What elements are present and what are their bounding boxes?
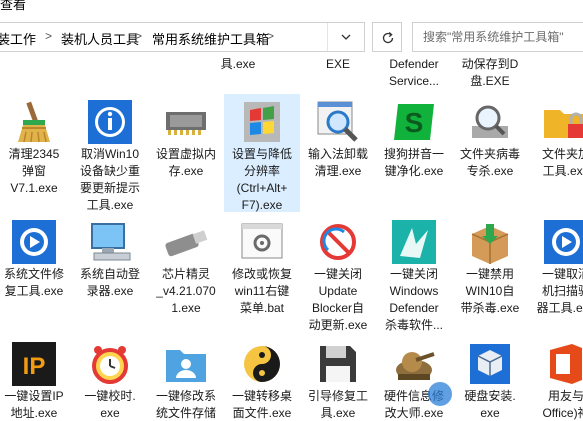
file-label: 系统文件修 复工具.exe (3, 267, 64, 298)
file-item[interactable]: 一键校时. exe (72, 336, 148, 421)
address-history-dropdown[interactable] (327, 23, 363, 51)
file-item[interactable]: 取消Win10 设备缺少重 要更新提示 工具.exe (72, 94, 148, 212)
file-item[interactable]: 引导修复工 具.exe (300, 336, 376, 421)
file-item[interactable]: Defender Service... (376, 56, 452, 96)
search-input[interactable] (413, 23, 583, 51)
breadcrumb-install-work[interactable]: 装工作 (0, 29, 36, 48)
file-label: 具.exe (220, 57, 256, 71)
file-item[interactable]: 用友与 Office)神 (528, 336, 583, 421)
address-row: 装工作 > 装机人员工具 > 常用系统维护工具箱 > (0, 18, 583, 56)
file-label: 动保存到D 盘.EXE (461, 57, 519, 88)
blue-logo-icon (544, 220, 583, 264)
file-item[interactable]: 硬件信息修 改大师.exe (376, 336, 452, 421)
floppy-icon (320, 346, 356, 382)
file-item[interactable]: 一键关闭 Update Blocker自 动更新.exe (300, 214, 376, 332)
breadcrumb-separator-icon[interactable]: > (267, 29, 274, 43)
file-label: 取消Win10 设备缺少重 要更新提示 工具.exe (79, 147, 140, 212)
tank-icon (396, 352, 435, 380)
file-label: 一键取消 机扫描驱 器工具.exe (536, 267, 583, 315)
file-label: 一键禁用 WIN10自 带杀毒.exe (460, 267, 520, 315)
file-label: 输入法卸载 清理.exe (307, 147, 368, 178)
watermark-badge (428, 382, 452, 406)
file-label: 文件夹病毒 专杀.exe (459, 147, 520, 178)
info-icon (88, 100, 132, 144)
file-label: 设置虚拟内 存.exe (155, 147, 216, 178)
file-label: 一键转移桌 面文件.exe (231, 389, 292, 420)
file-item[interactable]: 一键修改系 统文件存储 (148, 336, 224, 421)
file-item[interactable]: 动保存到D 盘.EXE (452, 56, 528, 96)
magnifier-drive-icon (472, 105, 508, 138)
chevron-down-icon (341, 34, 351, 40)
breadcrumb-maintenance-toolbox[interactable]: 常用系统维护工具箱 (152, 29, 269, 48)
file-item[interactable]: 芯片精灵 _v4.21.070 1.exe (148, 214, 224, 330)
memory-chip-icon (166, 112, 206, 135)
defender-icon (392, 220, 436, 264)
file-label: Defender Service... (388, 57, 439, 88)
office-icon (550, 344, 582, 384)
refresh-button[interactable] (372, 22, 402, 52)
svg-text:IP: IP (23, 353, 46, 380)
file-label: 芯片精灵 _v4.21.070 1.exe (156, 267, 216, 315)
yin-yang-icon (244, 346, 280, 382)
file-item[interactable]: IP 一键设置IP 地址.exe (0, 336, 72, 421)
file-label: 系统自动登 录器.exe (79, 267, 140, 298)
file-item[interactable]: 一键禁用 WIN10自 带杀毒.exe (452, 214, 528, 330)
windows-logo-icon (244, 102, 280, 142)
file-item[interactable]: 文件夹加 工具.exe (528, 94, 583, 212)
file-item[interactable]: 系统文件修 复工具.exe (0, 214, 72, 330)
computer-icon (91, 223, 131, 261)
file-item-selected[interactable]: 设置与降低 分辨率 (Ctrl+Alt+ F7).exe (224, 94, 300, 212)
file-item[interactable]: 修改或恢复 win11右键 菜单.bat (224, 214, 300, 330)
update-blocker-icon (320, 224, 356, 260)
file-label: 一键校时. exe (84, 389, 136, 420)
file-label: 设置与降低 分辨率 (Ctrl+Alt+ F7).exe (231, 147, 292, 212)
file-label: 清理2345 弹窗 V7.1.exe (8, 147, 60, 195)
file-item[interactable]: 文件夹病毒 专杀.exe (452, 94, 528, 212)
file-item[interactable]: 清理2345 弹窗 V7.1.exe (0, 94, 72, 212)
usb-drive-icon (165, 230, 208, 257)
svg-text:S: S (405, 107, 424, 138)
file-label: EXE (325, 57, 350, 71)
breadcrumb-separator-icon[interactable]: > (45, 29, 52, 43)
user-folder-icon (166, 350, 206, 382)
file-label: 修改或恢复 win11右键 菜单.bat (231, 267, 292, 315)
file-item[interactable]: 一键关闭 Windows Defender 杀毒软件... (376, 214, 452, 332)
file-grid: 具.exe EXE Defender Service... 动保存到D 盘.EX… (0, 56, 583, 421)
menu-view[interactable]: 查看 (0, 0, 26, 13)
file-label: 一键关闭 Windows Defender 杀毒软件... (384, 267, 443, 332)
file-item[interactable]: 一键转移桌 面文件.exe (224, 336, 300, 421)
green-s-icon: S (394, 104, 434, 140)
file-label: 硬盘安装. exe (464, 389, 516, 420)
file-label: 引导修复工 具.exe (307, 389, 368, 420)
cube-icon (470, 344, 510, 384)
title-bar: 查看 (0, 0, 583, 18)
search-box[interactable] (412, 22, 583, 52)
file-label: 一键修改系 统文件存储 (155, 389, 216, 420)
refresh-icon (382, 32, 394, 44)
file-item[interactable]: 系统自动登 录器.exe (72, 214, 148, 330)
package-icon (471, 224, 509, 264)
gear-window-icon (241, 223, 283, 259)
file-label: 一键设置IP 地址.exe (4, 389, 64, 420)
broom-icon (18, 101, 50, 143)
file-item[interactable]: 一键取消 机扫描驱 器工具.exe (528, 214, 583, 330)
alarm-clock-icon (92, 346, 128, 384)
address-bar[interactable]: 装工作 > 装机人员工具 > 常用系统维护工具箱 > (0, 22, 365, 52)
file-label: 用友与 Office)神 (542, 389, 583, 420)
blue-logo-icon (12, 220, 56, 264)
ip-icon: IP (12, 342, 56, 386)
magnifier-window-icon (317, 101, 358, 142)
file-item[interactable]: EXE (300, 56, 376, 96)
file-label: 搜狗拼音一 键净化.exe (383, 147, 444, 178)
folder-lock-icon (544, 110, 583, 138)
file-item[interactable]: S 搜狗拼音一 键净化.exe (376, 94, 452, 212)
file-item[interactable]: 具.exe (200, 56, 276, 96)
file-item[interactable]: 硬盘安装. exe (452, 336, 528, 421)
file-item[interactable]: 输入法卸载 清理.exe (300, 94, 376, 212)
file-label: 文件夹加 工具.exe (541, 147, 583, 178)
breadcrumb-installer-tools[interactable]: 装机人员工具 (61, 29, 139, 48)
breadcrumb-separator-icon[interactable]: > (135, 29, 142, 43)
file-label: 一键关闭 Update Blocker自 动更新.exe (308, 267, 368, 332)
file-item[interactable]: 设置虚拟内 存.exe (148, 94, 224, 212)
